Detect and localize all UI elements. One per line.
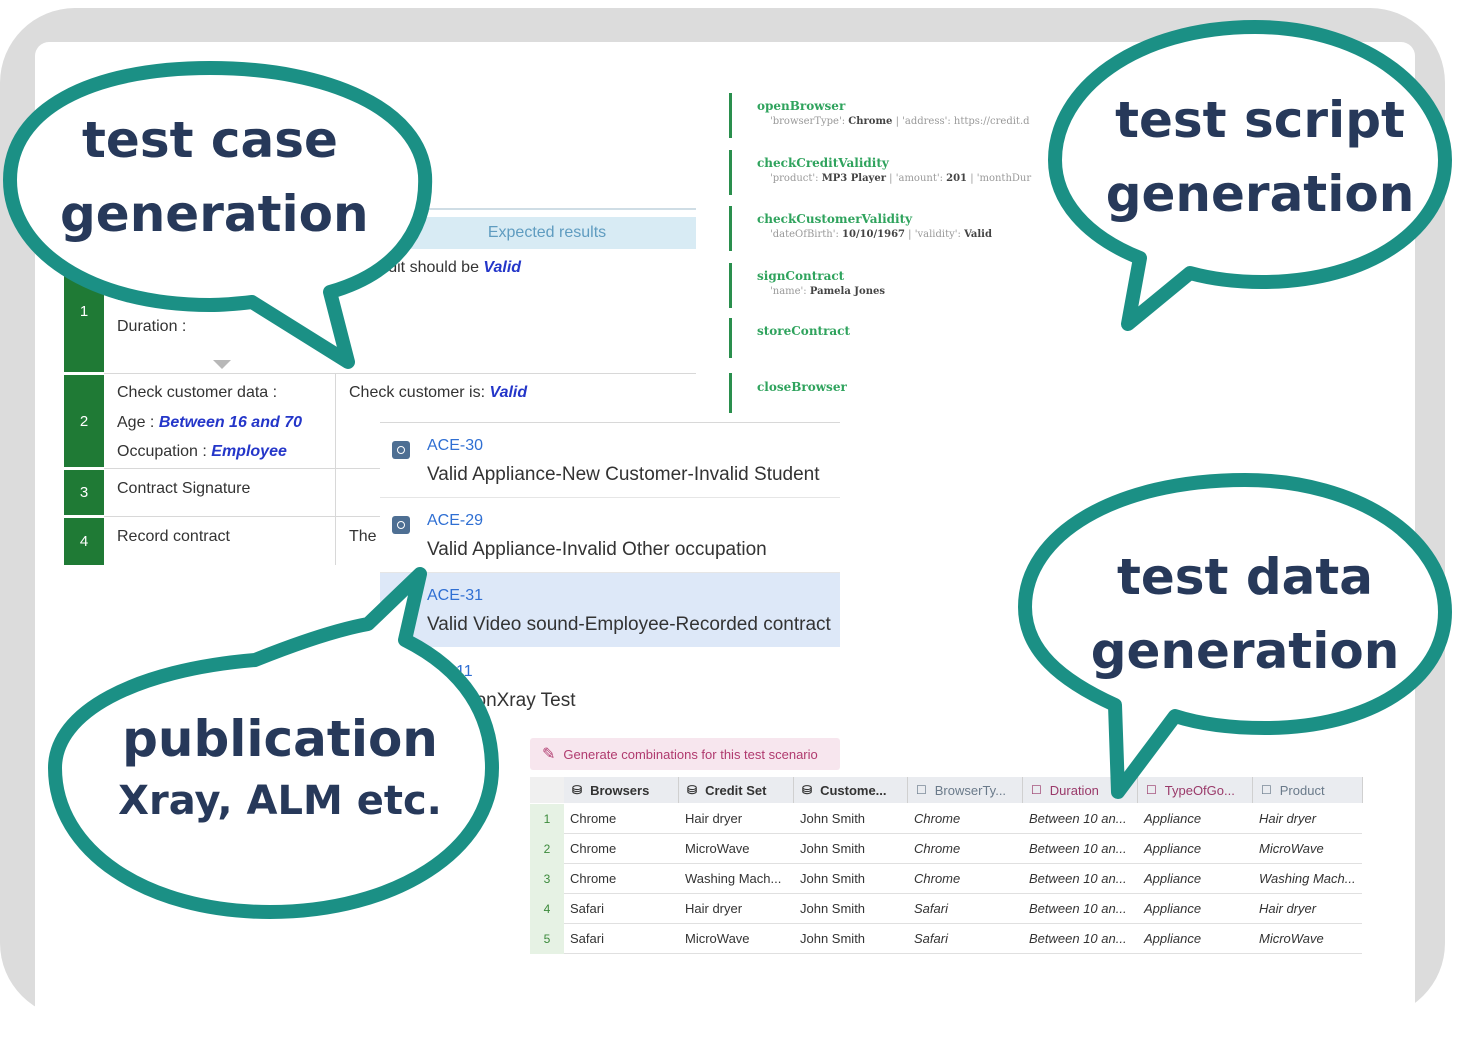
test-data-bubble-text: test data generation [1090, 548, 1400, 680]
publication-bubble-text: publication Xray, ALM etc. [118, 710, 442, 824]
test-case-bubble-text: test case generation [60, 111, 369, 243]
test-script-bubble-text: test script generation [1105, 91, 1415, 223]
